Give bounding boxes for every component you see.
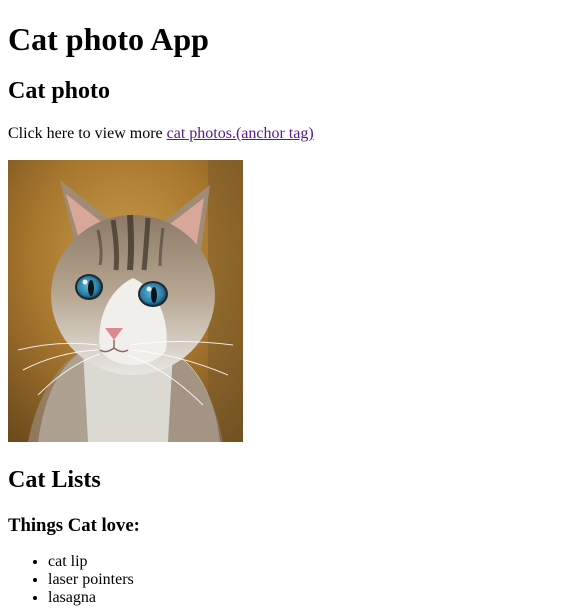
page: Cat photo App Cat photo Click here to vi…	[0, 21, 571, 607]
cat-photo-image-link[interactable]	[8, 160, 243, 442]
list-item: lasagna	[48, 589, 563, 607]
cat-photos-link[interactable]: cat photos.(anchor tag)	[167, 125, 314, 142]
cat-photo-heading: Cat photo	[8, 78, 111, 104]
intro-text: Click here to view more	[8, 125, 167, 142]
intro-paragraph: Click here to view more cat photos.(anch…	[8, 125, 563, 143]
page-title: Cat photo App	[8, 21, 209, 57]
cat-photo-image	[8, 160, 243, 442]
things-cat-love-list: cat lip laser pointers lasagna	[8, 553, 563, 607]
things-cat-love-heading: Things Cat love:	[8, 515, 140, 536]
list-item: laser pointers	[48, 571, 563, 589]
list-item: cat lip	[48, 553, 563, 571]
cat-lists-heading: Cat Lists	[8, 467, 101, 493]
